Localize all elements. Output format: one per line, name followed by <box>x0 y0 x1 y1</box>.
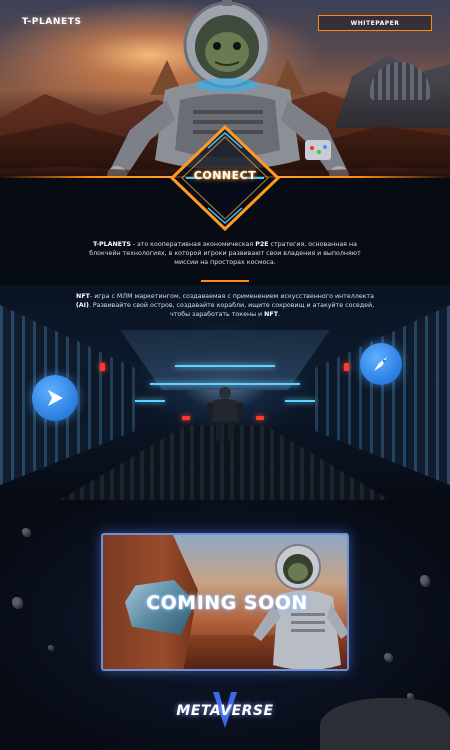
asteroid <box>384 653 393 662</box>
page: T-PLANETS WHITEPAPER CONNECT T-PLANETS -… <box>0 0 450 750</box>
intro-text: . <box>278 311 281 319</box>
red-light <box>100 363 105 371</box>
red-light <box>256 416 264 420</box>
asteroid <box>22 528 31 537</box>
play-icon <box>48 390 63 406</box>
corridor-right-wall <box>315 305 450 485</box>
p2e-label: P2E <box>255 241 269 248</box>
site-logo[interactable]: T-PLANETS <box>22 17 82 27</box>
intro-text: . Развивайте свой остров, создавайте кор… <box>88 302 375 319</box>
intro-text: - это кооперативная экономическая <box>130 241 256 248</box>
metaverse-logo[interactable]: METAVERSE <box>0 703 450 719</box>
red-light <box>182 416 190 420</box>
intro-paragraph-1: T-PLANETS - это кооперативная экономичес… <box>80 240 370 268</box>
coming-soon-label: COMING SOON <box>146 592 308 614</box>
play-button[interactable] <box>32 375 78 421</box>
ai-label: (AI) <box>75 302 89 310</box>
intro-paragraph-2: NFT- игра с МЛМ маркетингом, создаваемая… <box>70 292 380 320</box>
rocket-icon <box>374 357 387 371</box>
light-strip <box>135 400 165 402</box>
asteroid <box>48 645 54 651</box>
nft-label: NFT <box>76 293 90 300</box>
light-strip <box>285 400 315 402</box>
nft-label: NFT <box>264 311 279 319</box>
red-light <box>344 363 349 371</box>
asteroid <box>420 575 430 587</box>
asteroid <box>12 597 23 609</box>
robot-figure <box>207 387 243 441</box>
intro-text: - игра с МЛМ маркетингом, создаваемая с … <box>89 293 374 300</box>
corridor-ceiling <box>120 330 330 390</box>
brand-name: T-PLANETS <box>93 241 131 248</box>
section-divider <box>201 280 249 282</box>
whitepaper-button[interactable]: WHITEPAPER <box>318 15 432 31</box>
coming-soon-card: COMING SOON <box>101 533 349 671</box>
light-strip <box>175 365 275 367</box>
connect-button[interactable]: CONNECT <box>168 123 282 233</box>
rocket-button[interactable] <box>360 343 402 385</box>
connect-label: CONNECT <box>193 169 257 182</box>
